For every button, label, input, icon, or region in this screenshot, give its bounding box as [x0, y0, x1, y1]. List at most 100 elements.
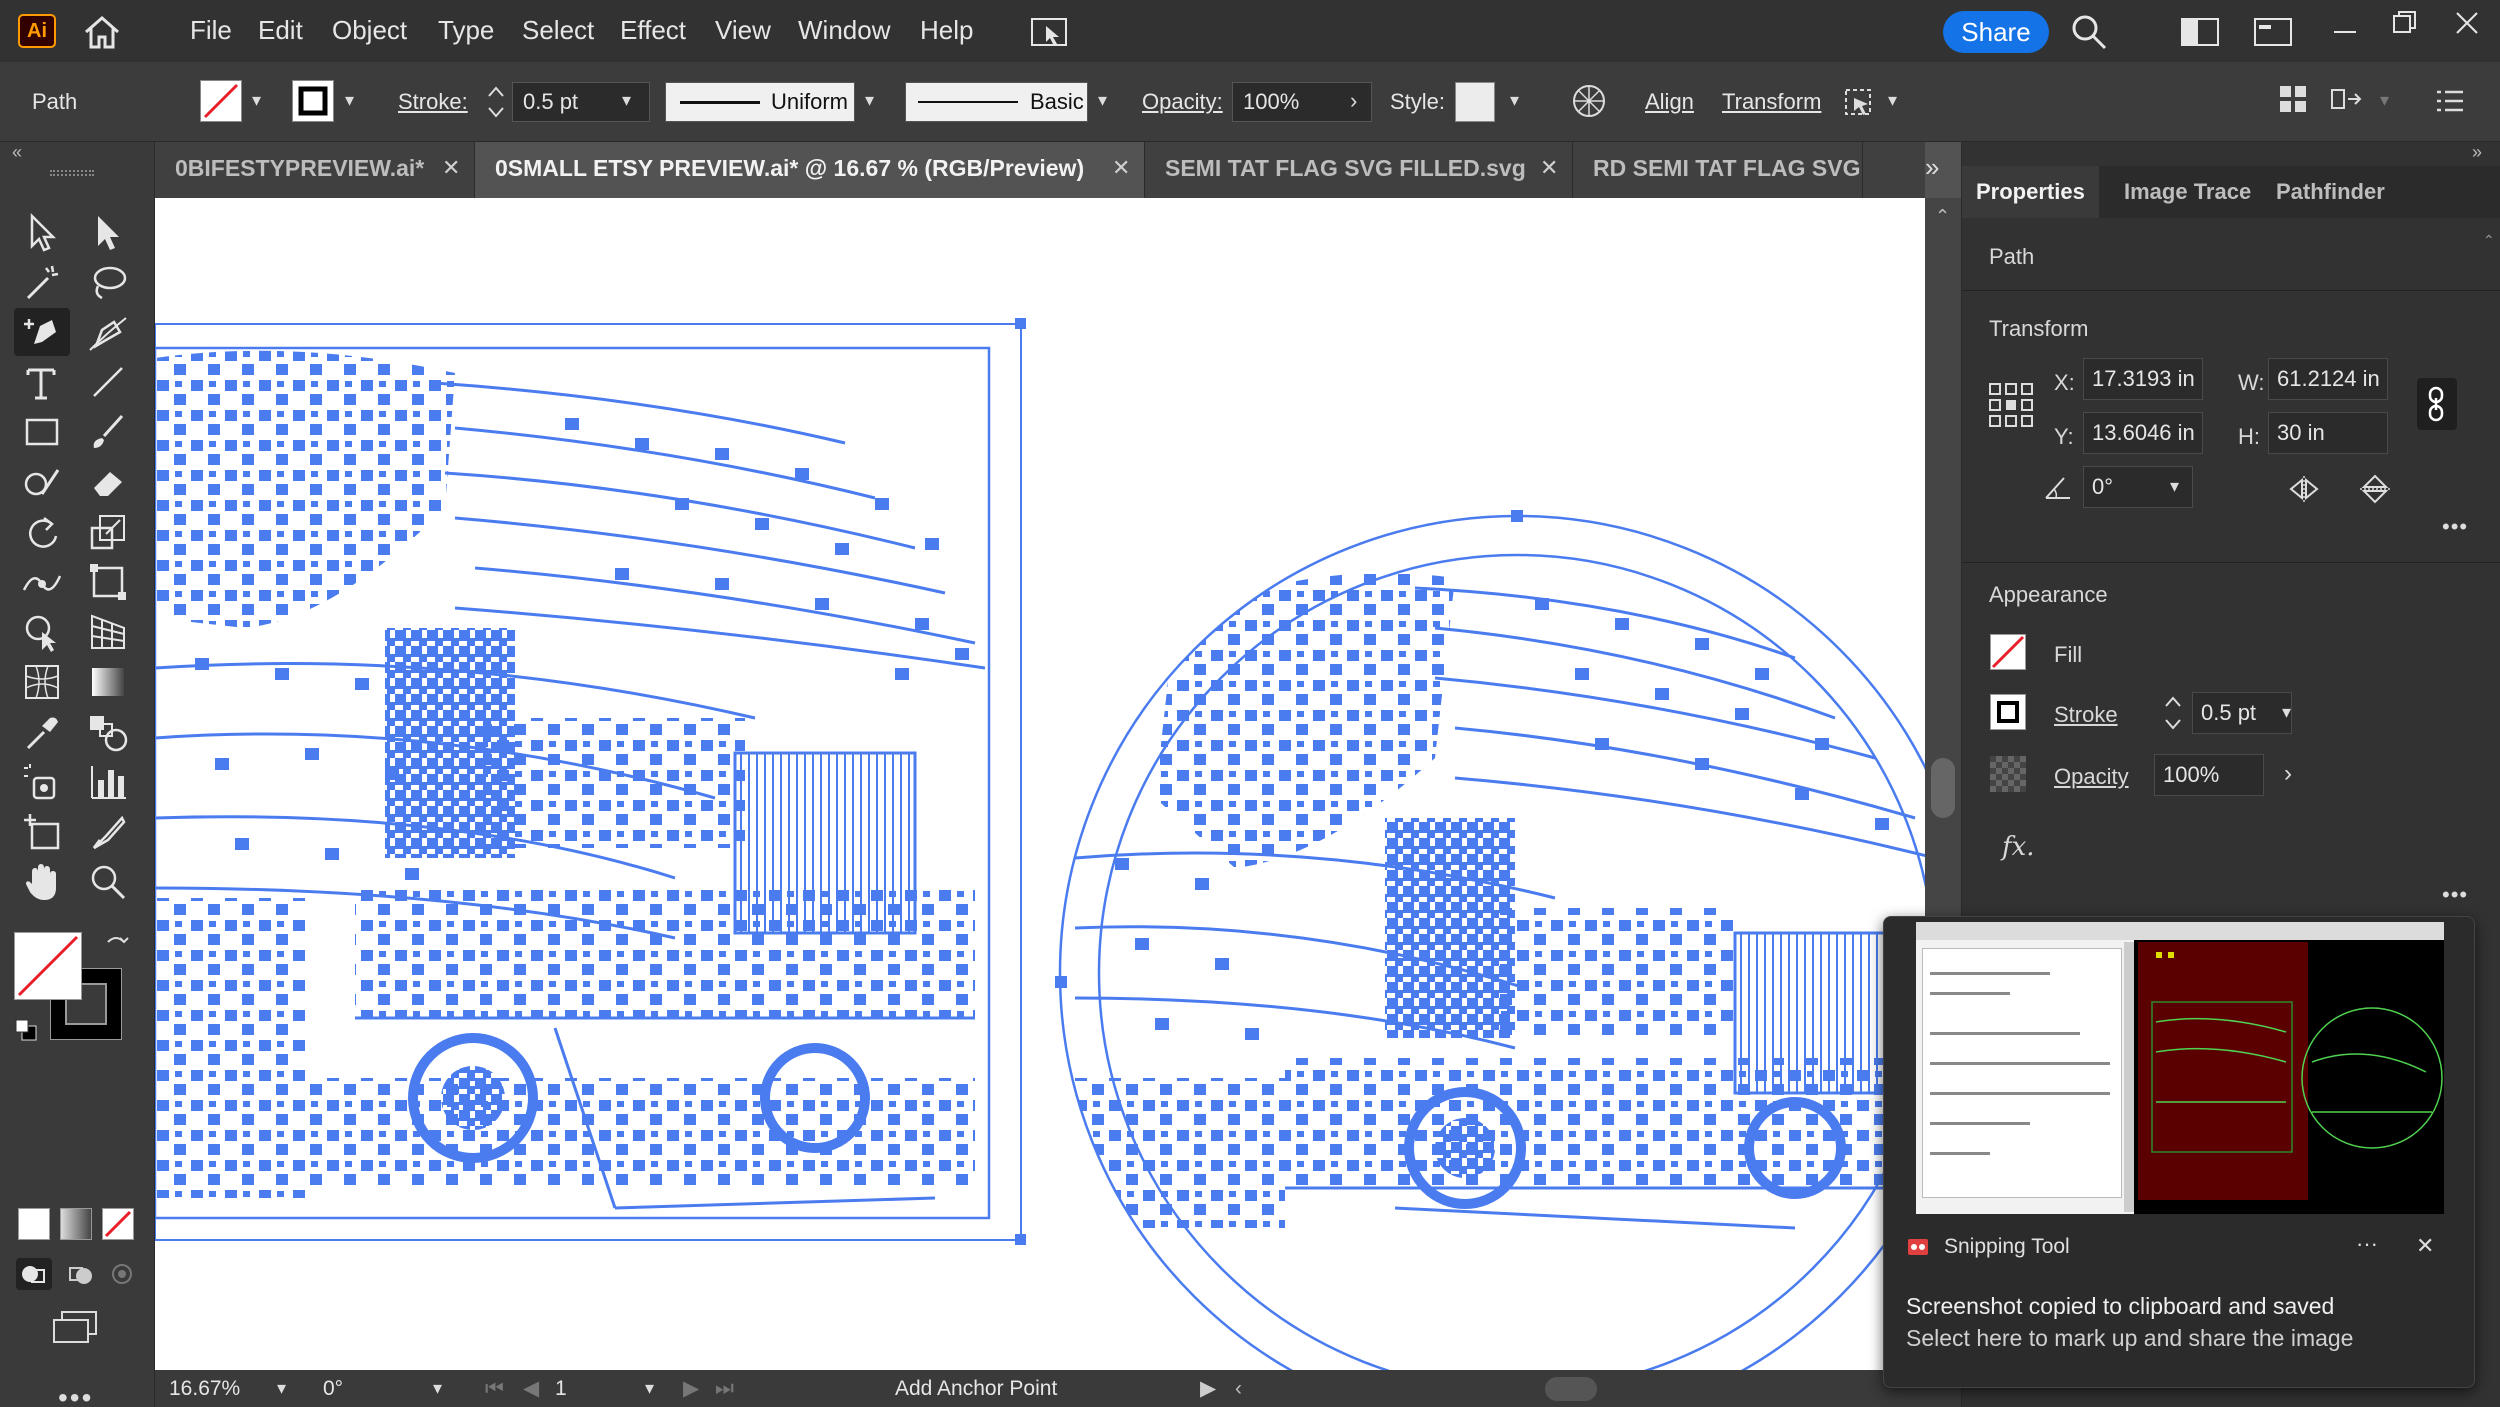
- opacity-arrow-icon[interactable]: ›: [2284, 760, 2292, 788]
- none-mode-icon[interactable]: [102, 1208, 134, 1240]
- opacity-arrow-icon[interactable]: ›: [1350, 88, 1357, 114]
- more-tabs-icon[interactable]: »: [1925, 152, 1955, 182]
- brush-dropdown-icon[interactable]: ▾: [1098, 90, 1107, 111]
- tab-document-1[interactable]: 0BIFESTYPREVIEW.ai* ✕: [155, 142, 475, 198]
- menu-object[interactable]: Object: [332, 0, 407, 62]
- appearance-stroke-swatch[interactable]: [1990, 694, 2026, 730]
- curvature-tool-icon[interactable]: [80, 308, 136, 356]
- search-icon[interactable]: [2070, 13, 2108, 51]
- right-artwork[interactable]: [1055, 510, 1925, 1370]
- status-menu-icon[interactable]: ▶: [1200, 1370, 1216, 1407]
- fill-swatch[interactable]: [200, 80, 242, 122]
- toolbar-grip[interactable]: [50, 170, 94, 176]
- minimize-icon[interactable]: [2330, 20, 2360, 40]
- eraser-tool-icon[interactable]: [80, 458, 136, 506]
- stroke-swatch[interactable]: [292, 80, 334, 122]
- lasso-tool-icon[interactable]: [80, 258, 136, 306]
- w-input[interactable]: 61.2124 in: [2268, 358, 2388, 400]
- menu-select[interactable]: Select: [522, 0, 594, 62]
- tab-pathfinder[interactable]: Pathfinder: [2262, 166, 2399, 218]
- shape-builder-tool-icon[interactable]: [14, 608, 70, 656]
- color-mode-icon[interactable]: [18, 1208, 50, 1240]
- appearance-more-options-icon[interactable]: •••: [2442, 882, 2468, 908]
- align-link[interactable]: Align: [1645, 87, 1694, 117]
- canvas[interactable]: [155, 198, 1928, 1370]
- fill-dropdown-icon[interactable]: ▾: [252, 90, 261, 111]
- line-segment-tool-icon[interactable]: [80, 358, 136, 406]
- panel-menu-icon[interactable]: [2435, 88, 2465, 114]
- previous-artboard-icon[interactable]: ◀: [523, 1370, 539, 1407]
- direct-selection-tool-icon[interactable]: [80, 208, 136, 256]
- panel-layout-icon[interactable]: [2253, 17, 2293, 47]
- left-artwork[interactable]: [155, 318, 1026, 1245]
- rectangle-tool-icon[interactable]: [14, 408, 70, 456]
- share-button[interactable]: Share: [1943, 11, 2049, 53]
- horizontal-scroll-left-icon[interactable]: ‹: [1235, 1370, 1242, 1407]
- close-tab-icon[interactable]: ✕: [1112, 142, 1130, 194]
- scale-tool-icon[interactable]: [80, 508, 136, 556]
- swap-fill-stroke-icon[interactable]: [104, 932, 130, 958]
- horizontal-scroll-thumb[interactable]: [1545, 1377, 1597, 1401]
- flip-horizontal-icon[interactable]: [2287, 474, 2321, 504]
- constrain-proportions-icon[interactable]: [2417, 378, 2457, 430]
- fill-none-swatch-front[interactable]: [14, 932, 82, 1000]
- workspace-switcher-icon[interactable]: [2180, 17, 2220, 47]
- slice-tool-icon[interactable]: [80, 808, 136, 856]
- opacity-label[interactable]: Opacity:: [1142, 87, 1223, 117]
- stroke-label[interactable]: Stroke: [2054, 702, 2118, 728]
- gradient-tool-icon[interactable]: [80, 658, 136, 706]
- selection-tool-icon[interactable]: [14, 208, 70, 256]
- artboard[interactable]: [155, 198, 1928, 1370]
- collapse-toolbar-icon[interactable]: «: [12, 142, 22, 163]
- screenshot-thumbnail[interactable]: [1916, 922, 2444, 1214]
- stroke-color-dropdown-icon[interactable]: ▾: [345, 90, 354, 111]
- tab-image-trace[interactable]: Image Trace: [2110, 166, 2265, 218]
- stroke-weight-dropdown-icon[interactable]: ▾: [622, 90, 631, 111]
- panel-scrollbar[interactable]: ⌃: [2483, 232, 2495, 1382]
- transform-link[interactable]: Transform: [1722, 87, 1821, 117]
- draw-inside-icon[interactable]: [104, 1258, 140, 1290]
- tab-document-2[interactable]: 0SMALL ETSY PREVIEW.ai* @ 16.67 % (RGB/P…: [475, 142, 1145, 198]
- menu-effect[interactable]: Effect: [620, 0, 686, 62]
- style-dropdown-icon[interactable]: ▾: [1510, 90, 1519, 111]
- snipping-tool-notification[interactable]: Snipping Tool ··· ✕ Screenshot copied to…: [1883, 916, 2475, 1388]
- zoom-dropdown-icon[interactable]: ▾: [277, 1370, 286, 1407]
- close-tab-icon[interactable]: ✕: [1540, 142, 1558, 194]
- menu-help[interactable]: Help: [920, 0, 973, 62]
- isolate-icon[interactable]: [2330, 84, 2362, 114]
- puppet-warp-icon[interactable]: [1840, 84, 1876, 120]
- zoom-tool-icon[interactable]: [80, 858, 136, 906]
- stroke-stepper-icon[interactable]: [2162, 692, 2184, 734]
- profile-dropdown-icon[interactable]: ▾: [865, 90, 874, 111]
- restore-icon[interactable]: [2390, 8, 2420, 38]
- opacity-label[interactable]: Opacity: [2054, 764, 2129, 790]
- default-fill-stroke-icon[interactable]: [14, 1018, 38, 1042]
- artboard-tool-icon[interactable]: [14, 808, 70, 856]
- mesh-tool-icon[interactable]: [14, 658, 70, 706]
- paintbrush-tool-icon[interactable]: [80, 408, 136, 456]
- draw-normal-icon[interactable]: [16, 1258, 52, 1290]
- distribute-icon[interactable]: [2278, 84, 2308, 114]
- perspective-grid-tool-icon[interactable]: [80, 608, 136, 656]
- tab-document-4[interactable]: RD SEMI TAT FLAG SVG FI: [1573, 142, 1863, 198]
- last-artboard-icon[interactable]: ⏭: [715, 1370, 734, 1407]
- column-graph-tool-icon[interactable]: [80, 758, 136, 806]
- flip-vertical-icon[interactable]: [2358, 474, 2392, 504]
- artboard-number-field[interactable]: 1: [555, 1370, 635, 1407]
- angle-dropdown-icon[interactable]: ▾: [2170, 476, 2179, 497]
- puppet-dropdown-icon[interactable]: ▾: [1888, 90, 1897, 111]
- menu-type[interactable]: Type: [438, 0, 494, 62]
- x-input[interactable]: 17.3193 in: [2083, 358, 2203, 400]
- y-input[interactable]: 13.6046 in: [2083, 412, 2203, 454]
- type-tool-icon[interactable]: [14, 358, 70, 406]
- stroke-weight-dropdown-icon[interactable]: ▾: [2282, 702, 2291, 723]
- reference-point-icon[interactable]: [1988, 382, 2034, 428]
- recolor-artwork-icon[interactable]: [1570, 82, 1608, 120]
- menu-edit[interactable]: Edit: [258, 0, 303, 62]
- stroke-weight-input[interactable]: 0.5 pt: [2192, 692, 2292, 734]
- close-window-icon[interactable]: [2452, 8, 2482, 38]
- appearance-fill-swatch[interactable]: [1990, 634, 2026, 670]
- draw-behind-icon[interactable]: [62, 1258, 98, 1290]
- free-transform-tool-icon[interactable]: [80, 558, 136, 606]
- scroll-up-icon[interactable]: ⌃: [1935, 206, 1950, 227]
